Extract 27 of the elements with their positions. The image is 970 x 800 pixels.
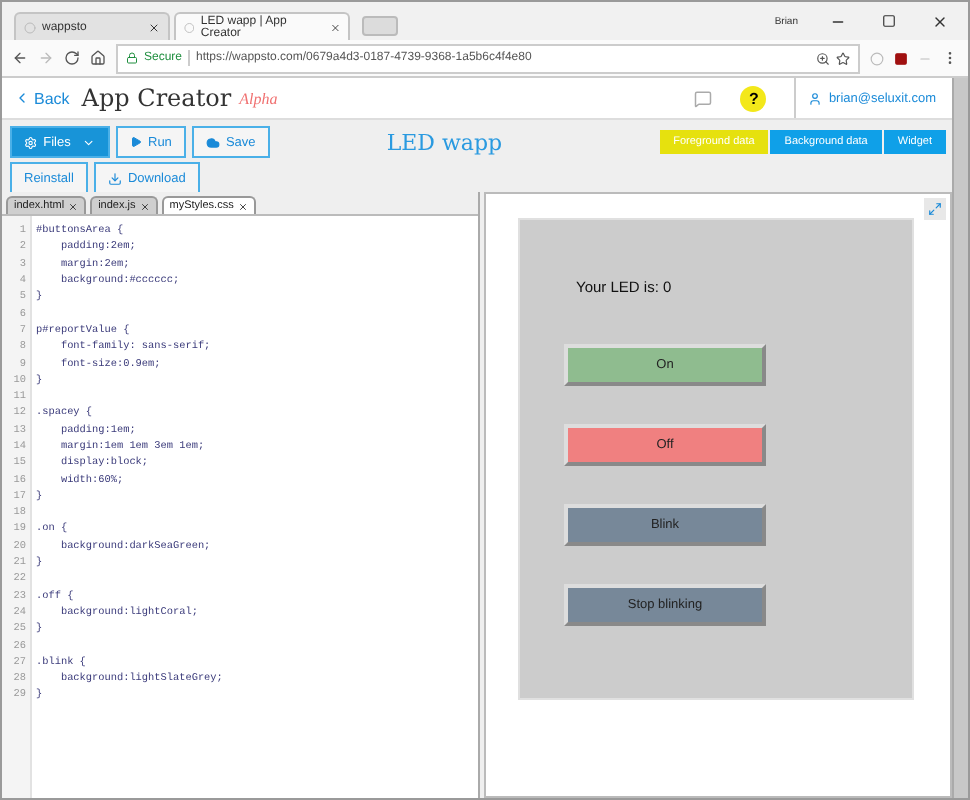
- home-icon[interactable]: [90, 50, 106, 66]
- alpha-label: Alpha: [239, 89, 278, 107]
- close-icon[interactable]: [932, 13, 948, 29]
- zoom-icon[interactable]: [816, 51, 830, 65]
- expand-icon[interactable]: [924, 198, 946, 220]
- page-icon: [24, 21, 36, 33]
- reload-icon[interactable]: [64, 50, 80, 66]
- cloud-icon: [205, 135, 220, 149]
- gear-icon: [24, 135, 38, 149]
- user-icon: [808, 91, 823, 105]
- close-icon[interactable]: [148, 21, 160, 33]
- back-icon[interactable]: [12, 50, 28, 66]
- download-icon: [107, 171, 122, 185]
- app-title: App Creator: [81, 84, 232, 112]
- help-button[interactable]: ?: [740, 85, 767, 111]
- caret-icon: [82, 135, 96, 149]
- scrollbar[interactable]: [952, 78, 968, 798]
- page-icon: [184, 21, 195, 33]
- star-icon[interactable]: [836, 51, 850, 65]
- play-icon: [130, 136, 142, 148]
- chevron-left-icon: [14, 90, 30, 106]
- maximize-icon[interactable]: [882, 13, 896, 27]
- lock-icon: [126, 52, 138, 64]
- pdf-extension-icon[interactable]: [894, 51, 908, 65]
- back-link[interactable]: Back: [14, 89, 70, 107]
- expand-arrows-icon: [928, 202, 942, 216]
- app-name: LED wapp: [384, 130, 505, 156]
